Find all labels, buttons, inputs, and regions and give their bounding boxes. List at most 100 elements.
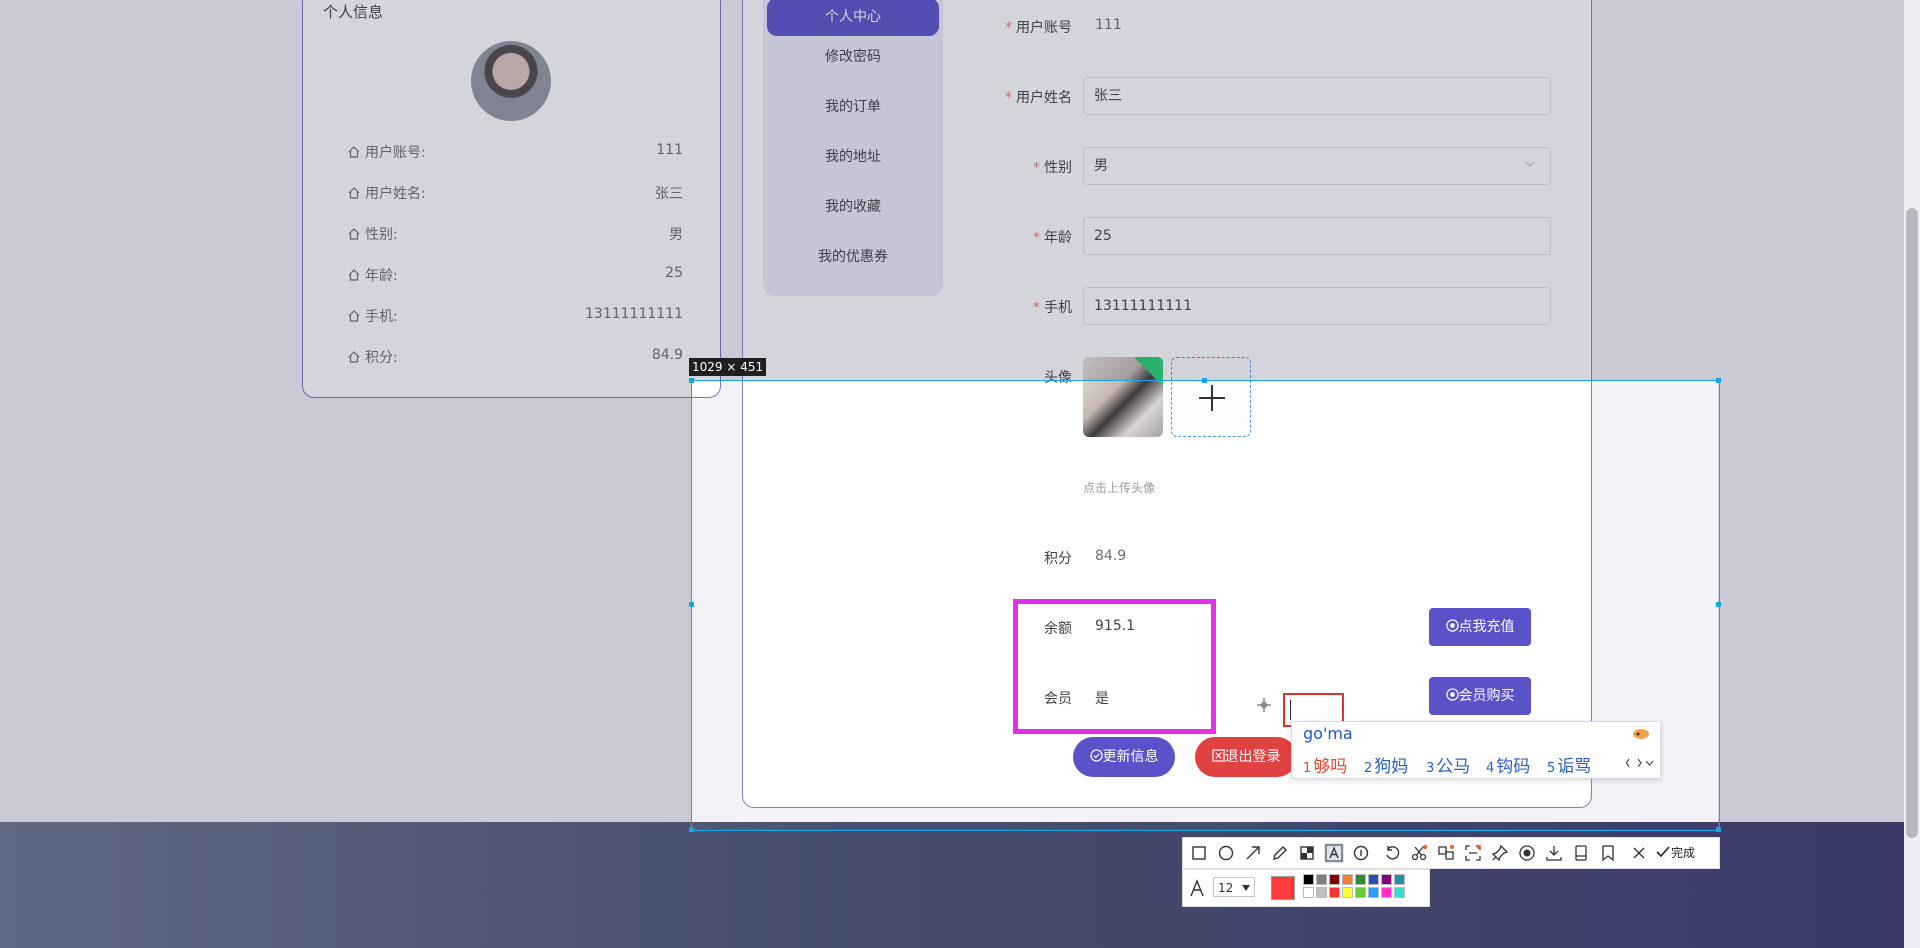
chevron-down-icon <box>1525 161 1535 167</box>
color-swatch[interactable] <box>1316 887 1327 898</box>
ime-candidate[interactable]: 2 狗妈 <box>1364 752 1408 777</box>
menu-item-change-password[interactable]: 修改密码 <box>763 46 943 66</box>
age-label: * 年龄 <box>1033 230 1072 246</box>
undo-icon[interactable] <box>1382 843 1402 863</box>
text-style-toolbar: 12 <box>1182 869 1430 907</box>
color-swatch[interactable] <box>1342 874 1353 885</box>
number-tool-icon[interactable] <box>1351 843 1371 863</box>
resize-handle[interactable] <box>689 602 694 607</box>
ime-candidate[interactable]: 1 够吗 <box>1303 752 1347 777</box>
name-label: * 用户姓名 <box>1005 90 1072 106</box>
caret-down-icon <box>1242 885 1250 891</box>
color-swatch[interactable] <box>1394 887 1405 898</box>
home-icon <box>348 228 360 240</box>
ime-page-arrows-icon[interactable] <box>1626 756 1654 770</box>
phone-input[interactable]: 13111111111 <box>1083 287 1551 325</box>
text-tool-icon[interactable] <box>1324 843 1344 863</box>
gender-select[interactable]: 男 <box>1083 147 1551 185</box>
color-swatch[interactable] <box>1329 874 1340 885</box>
selection-size-label: 1029 × 451 <box>689 358 767 376</box>
home-icon <box>348 310 360 322</box>
color-swatch[interactable] <box>1316 874 1327 885</box>
user-center-menu: 个人中心 修改密码 我的订单 我的地址 我的收藏 我的优惠券 <box>763 0 943 296</box>
color-swatch[interactable] <box>1329 887 1340 898</box>
ime-candidate[interactable]: 4 钩码 <box>1486 752 1530 777</box>
menu-item-my-orders[interactable]: 我的订单 <box>763 96 943 116</box>
account-value: 111 <box>1095 17 1122 33</box>
color-swatch[interactable] <box>1381 887 1392 898</box>
save-device-icon[interactable] <box>1571 843 1591 863</box>
ime-candidate[interactable]: 5 诟骂 <box>1547 752 1591 777</box>
color-swatch[interactable] <box>1303 874 1314 885</box>
resize-handle[interactable] <box>689 827 694 832</box>
color-swatch[interactable] <box>1355 874 1366 885</box>
ime-composition-text: go'ma <box>1303 724 1353 743</box>
info-label: 年龄: <box>365 268 398 284</box>
ocr-icon[interactable] <box>1436 843 1456 863</box>
text-caret <box>1290 700 1291 720</box>
ime-candidate[interactable]: 3 公马 <box>1426 752 1470 777</box>
info-value: 25 <box>665 265 683 281</box>
color-swatch[interactable] <box>1368 874 1379 885</box>
info-row-gender: 性别: 男 <box>347 224 683 244</box>
avatar <box>471 41 551 121</box>
menu-item-my-favorites[interactable]: 我的收藏 <box>763 196 943 216</box>
home-icon <box>348 351 360 363</box>
font-size-select[interactable]: 12 <box>1213 877 1255 897</box>
ime-skin-icon <box>1633 729 1649 739</box>
rectangle-tool-icon[interactable] <box>1189 843 1209 863</box>
pen-tool-icon[interactable] <box>1270 843 1290 863</box>
color-swatch[interactable] <box>1303 887 1314 898</box>
info-row-phone: 手机: 13111111111 <box>347 306 683 326</box>
current-color-swatch[interactable] <box>1271 876 1295 900</box>
scissors-icon[interactable] <box>1409 843 1429 863</box>
mosaic-tool-icon[interactable] <box>1297 843 1317 863</box>
info-value: 13111111111 <box>585 306 683 322</box>
close-icon[interactable] <box>1629 843 1649 863</box>
resize-handle[interactable] <box>1716 378 1721 383</box>
account-label: * 用户账号 <box>1005 20 1072 36</box>
ime-candidate-window: go'ma 1 够吗 2 狗妈 3 公马 4 钩码 5 诟骂 <box>1291 721 1661 779</box>
home-icon <box>348 187 360 199</box>
menu-item-my-address[interactable]: 我的地址 <box>763 146 943 166</box>
age-input[interactable]: 25 <box>1083 217 1551 255</box>
info-value: 张三 <box>655 186 683 202</box>
move-cursor-icon <box>1257 698 1271 712</box>
record-icon[interactable] <box>1517 843 1537 863</box>
ellipse-tool-icon[interactable] <box>1216 843 1236 863</box>
pin-icon[interactable] <box>1490 843 1510 863</box>
page-scrollbar-thumb[interactable] <box>1906 208 1918 838</box>
info-label: 用户姓名: <box>365 186 426 202</box>
color-swatch[interactable] <box>1342 887 1353 898</box>
bookmark-icon[interactable] <box>1598 843 1618 863</box>
resize-handle[interactable] <box>689 378 694 383</box>
home-icon <box>348 146 360 158</box>
menu-item-my-coupons[interactable]: 我的优惠券 <box>763 246 943 266</box>
info-value: 111 <box>656 142 683 158</box>
resize-handle[interactable] <box>1202 378 1207 383</box>
color-swatch[interactable] <box>1394 874 1405 885</box>
info-value: 男 <box>669 227 683 243</box>
menu-item-personal-center[interactable]: 个人中心 <box>767 0 939 36</box>
phone-label: * 手机 <box>1033 300 1072 316</box>
arrow-tool-icon[interactable] <box>1243 843 1263 863</box>
color-swatch[interactable] <box>1381 874 1392 885</box>
home-icon <box>348 269 360 281</box>
color-swatch[interactable] <box>1355 887 1366 898</box>
done-button[interactable]: 完成 <box>1655 843 1695 863</box>
resize-handle[interactable] <box>1716 602 1721 607</box>
info-row-name: 用户姓名: 张三 <box>347 183 683 203</box>
name-input[interactable]: 张三 <box>1083 77 1551 115</box>
info-row-age: 年龄: 25 <box>347 265 683 285</box>
capture-region-icon[interactable] <box>1463 843 1483 863</box>
info-row-account: 用户账号: 111 <box>347 142 683 162</box>
font-size-icon <box>1190 879 1204 897</box>
annotation-highlight-rect[interactable] <box>1013 599 1216 734</box>
resize-handle[interactable] <box>1716 827 1721 832</box>
info-label: 积分: <box>365 350 398 366</box>
color-swatch[interactable] <box>1368 887 1379 898</box>
check-icon <box>1656 846 1670 858</box>
download-icon[interactable] <box>1544 843 1564 863</box>
info-label: 手机: <box>365 309 398 325</box>
info-label: 用户账号: <box>365 145 426 161</box>
